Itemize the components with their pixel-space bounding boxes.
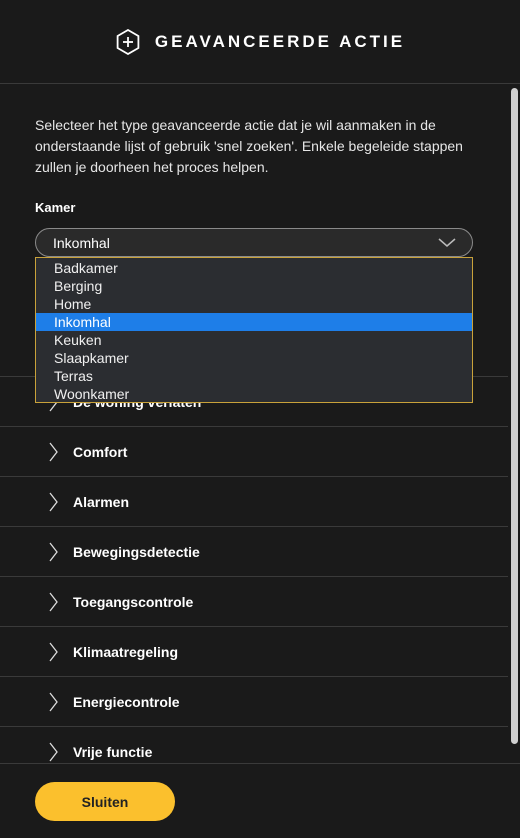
scrollbar-thumb[interactable] <box>511 88 518 744</box>
hexagon-plus-icon <box>116 28 140 55</box>
category-label: Energiecontrole <box>73 693 180 710</box>
room-option[interactable]: Slaapkamer <box>36 349 472 367</box>
room-option[interactable]: Terras <box>36 367 472 385</box>
chevron-right-icon <box>49 492 58 512</box>
room-option[interactable]: Keuken <box>36 331 472 349</box>
room-dropdown-list: Badkamer Berging Home Inkomhal Keuken Sl… <box>35 257 473 403</box>
room-field-label: Kamer <box>35 200 76 215</box>
category-item[interactable]: Alarmen <box>0 476 508 526</box>
category-list: De woning verlaten Comfort Alarmen Beweg… <box>0 376 508 763</box>
room-option[interactable]: Woonkamer <box>36 385 472 403</box>
dialog-title: GEAVANCEERDE ACTIE <box>154 31 406 51</box>
category-label: Klimaatregeling <box>73 643 179 660</box>
room-option[interactable]: Badkamer <box>36 259 472 277</box>
intro-text: Selecteer het type geavanceerde actie da… <box>35 117 463 175</box>
chevron-right-icon <box>49 542 58 562</box>
chevron-right-icon <box>49 592 58 612</box>
dialog-content: Selecteer het type geavanceerde actie da… <box>0 85 508 763</box>
chevron-right-icon <box>49 642 58 662</box>
chevron-right-icon <box>49 692 58 712</box>
category-label: Vrije functie <box>73 743 153 760</box>
category-item[interactable]: Energiecontrole <box>0 676 508 726</box>
category-label: Toegangscontrole <box>73 593 194 610</box>
room-select[interactable]: Inkomhal <box>35 228 473 257</box>
category-item[interactable]: Toegangscontrole <box>0 576 508 626</box>
dialog-footer: Sluiten <box>0 763 520 838</box>
category-label: Comfort <box>73 443 128 460</box>
chevron-right-icon <box>49 742 58 762</box>
category-item[interactable]: Vrije functie <box>0 726 508 763</box>
category-item[interactable]: Klimaatregeling <box>0 626 508 676</box>
category-label: Alarmen <box>73 493 130 510</box>
close-button[interactable]: Sluiten <box>35 782 175 821</box>
chevron-down-icon <box>438 238 456 247</box>
room-select-value: Inkomhal <box>53 234 110 251</box>
dialog-header: GEAVANCEERDE ACTIE <box>0 0 520 84</box>
category-item[interactable]: Bewegingsdetectie <box>0 526 508 576</box>
advanced-action-dialog: GEAVANCEERDE ACTIE Selecteer het type ge… <box>0 0 520 838</box>
room-option[interactable]: Home <box>36 295 472 313</box>
chevron-right-icon <box>49 442 58 462</box>
room-option-selected[interactable]: Inkomhal <box>36 313 472 331</box>
category-label: Bewegingsdetectie <box>73 543 200 560</box>
category-item[interactable]: Comfort <box>0 426 508 476</box>
room-option[interactable]: Berging <box>36 277 472 295</box>
